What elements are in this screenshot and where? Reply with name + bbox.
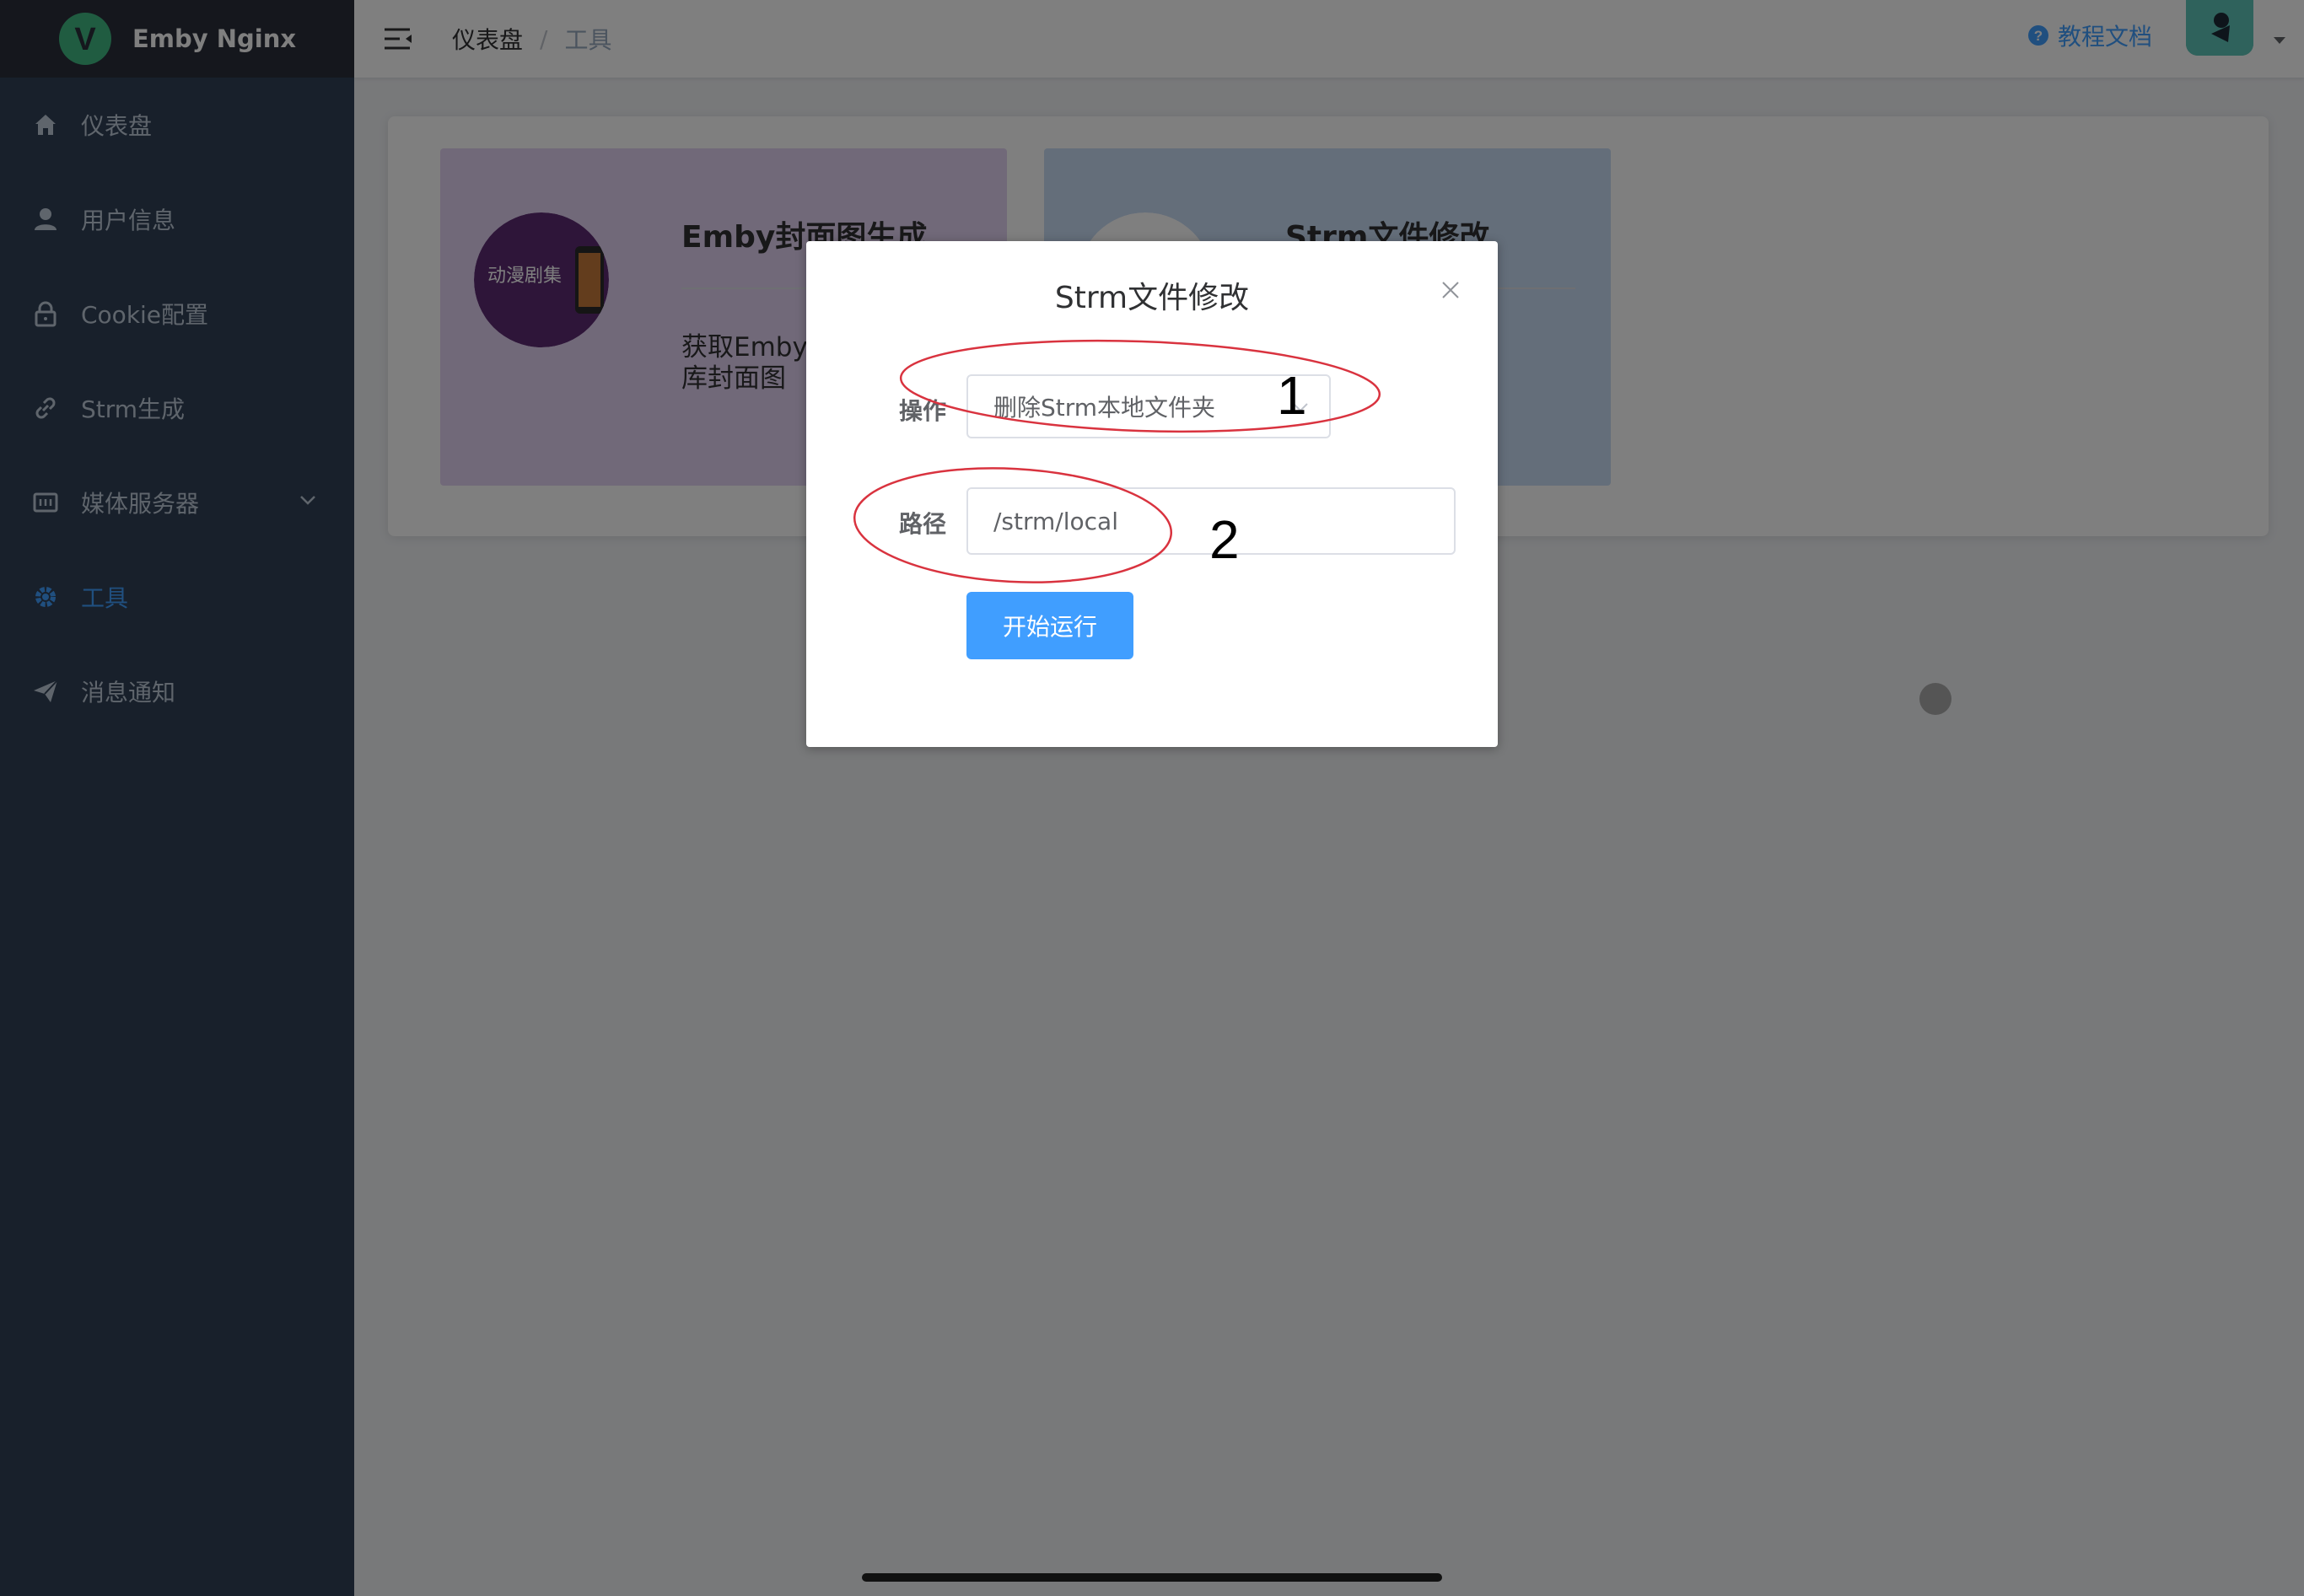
path-label: 路径 (899, 510, 947, 538)
strm-modify-dialog: Strm文件修改 操作 删除Strm本地文件夹 路径 /strm/local 开… (806, 241, 1498, 747)
close-icon[interactable] (1440, 280, 1461, 300)
dialog-title: Strm文件修改 (1054, 281, 1250, 315)
operation-label: 操作 (899, 397, 947, 425)
modal-overlay[interactable] (0, 0, 2304, 1596)
annotation-label-2: 2 (1209, 509, 1240, 570)
start-run-button[interactable]: 开始运行 (966, 592, 1133, 659)
path-input-value: /strm/local (993, 507, 1118, 535)
annotation-label-1: 1 (1277, 365, 1307, 426)
operation-select-value: 删除Strm本地文件夹 (993, 394, 1216, 422)
touch-cursor (1919, 683, 1951, 715)
home-indicator[interactable] (862, 1573, 1442, 1582)
